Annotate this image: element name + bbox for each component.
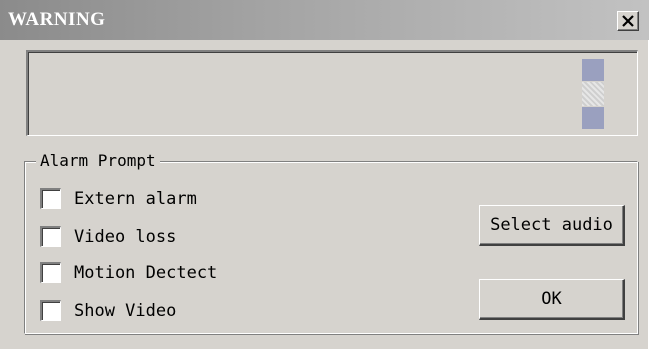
warning-dialog: WARNING Alarm Prompt Extern alarm Video …	[0, 0, 649, 349]
show-video-label[interactable]: Show Video	[74, 300, 176, 322]
window-title: WARNING	[8, 9, 106, 30]
close-x-icon	[622, 15, 634, 27]
alarm-prompt-legend: Alarm Prompt	[36, 150, 160, 172]
close-button[interactable]	[617, 11, 639, 31]
scrollbar-upper-block[interactable]	[582, 59, 604, 81]
scrollbar-lower-block[interactable]	[582, 107, 604, 129]
select-audio-button[interactable]: Select audio	[479, 205, 625, 246]
show-video-checkbox[interactable]	[40, 300, 61, 321]
extern-alarm-label[interactable]: Extern alarm	[74, 188, 197, 210]
title-bar[interactable]: WARNING	[0, 0, 649, 40]
extern-alarm-checkbox[interactable]	[40, 188, 61, 209]
video-loss-label[interactable]: Video loss	[74, 226, 176, 248]
message-display	[26, 50, 638, 136]
motion-detect-label[interactable]: Motion Dectect	[74, 262, 217, 284]
video-loss-checkbox[interactable]	[40, 226, 61, 247]
scrollbar-track[interactable]	[582, 82, 604, 106]
ok-button[interactable]: OK	[479, 279, 625, 320]
motion-detect-checkbox[interactable]	[40, 262, 61, 283]
